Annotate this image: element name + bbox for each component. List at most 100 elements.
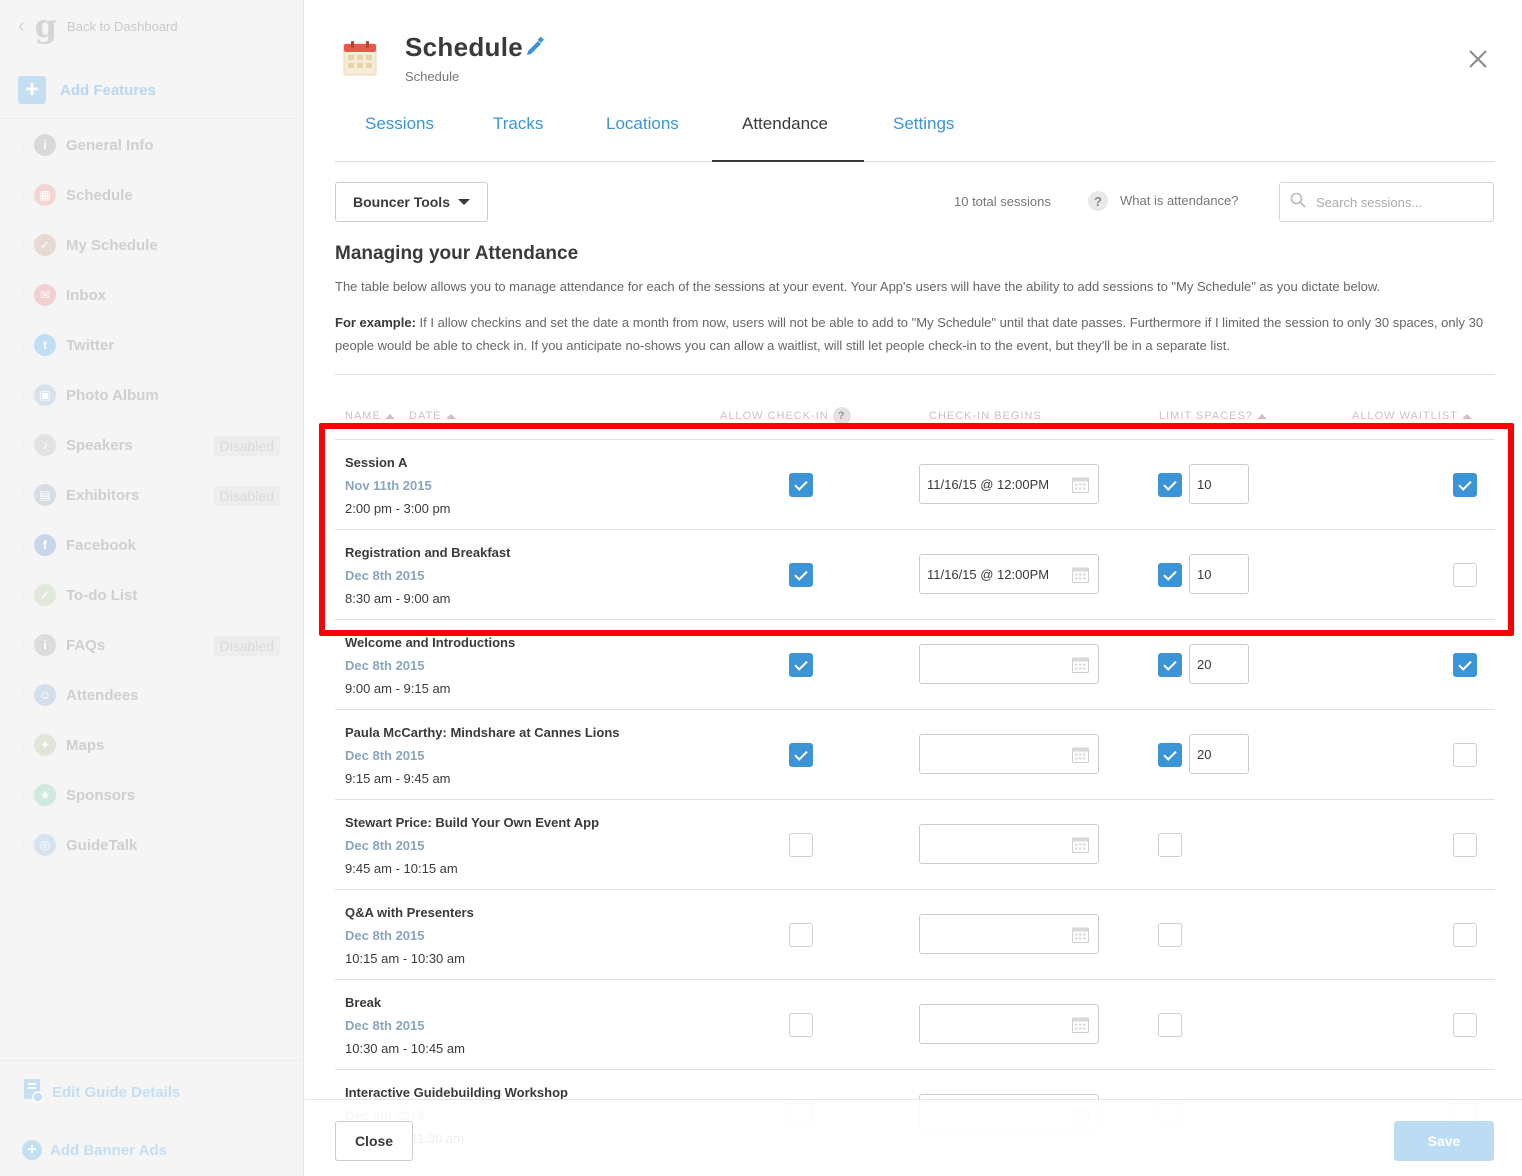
drag-handle-icon[interactable]: ⋮⋮ bbox=[18, 190, 37, 201]
close-button[interactable]: Close bbox=[335, 1121, 413, 1161]
add-features-label: Add Features bbox=[60, 81, 156, 99]
edit-guide-details-link[interactable]: Edit Guide Details bbox=[22, 1078, 180, 1106]
sidebar-item[interactable]: ⋮⋮ ✓ To-do List bbox=[0, 575, 300, 615]
limit-spaces-checkbox[interactable] bbox=[1158, 473, 1182, 497]
sidebar-item[interactable]: ⋮⋮ ♪ Speakers Disabled bbox=[0, 425, 300, 465]
allow-checkin-checkbox[interactable] bbox=[789, 1013, 813, 1037]
allow-waitlist-checkbox[interactable] bbox=[1453, 653, 1477, 677]
allow-checkin-checkbox[interactable] bbox=[789, 563, 813, 587]
sidebar-item[interactable]: ⋮⋮ ★ Sponsors bbox=[0, 775, 300, 815]
what-is-attendance-link[interactable]: What is attendance? bbox=[1120, 193, 1239, 208]
drag-handle-icon[interactable]: ⋮⋮ bbox=[18, 540, 37, 551]
sidebar-item[interactable]: ⋮⋮ ▦ Schedule bbox=[0, 175, 300, 215]
tab-tracks[interactable]: Tracks bbox=[493, 114, 543, 134]
session-date: Dec 8th 2015 bbox=[345, 568, 425, 583]
drag-handle-icon[interactable]: ⋮⋮ bbox=[18, 390, 37, 401]
sidebar-item-label: General Info bbox=[66, 136, 154, 154]
sidebar-item[interactable]: ⋮⋮ f Facebook bbox=[0, 525, 300, 565]
microphone-icon: ♪ bbox=[34, 434, 56, 456]
save-button[interactable]: Save bbox=[1394, 1121, 1494, 1161]
sidebar-item[interactable]: ⋮⋮ t Twitter bbox=[0, 325, 300, 365]
limit-spaces-checkbox[interactable] bbox=[1158, 653, 1182, 677]
drag-handle-icon[interactable]: ⋮⋮ bbox=[18, 840, 37, 851]
spaces-input[interactable]: 20 bbox=[1189, 734, 1249, 774]
add-banner-ads-link[interactable]: + Add Banner Ads bbox=[22, 1140, 167, 1160]
search-box[interactable] bbox=[1279, 182, 1494, 222]
question-icon[interactable]: ? bbox=[1088, 191, 1108, 211]
add-features-button[interactable]: + Add Features bbox=[18, 76, 156, 104]
sidebar-item[interactable]: ⋮⋮ ✦ Maps bbox=[0, 725, 300, 765]
pencil-icon[interactable] bbox=[525, 36, 545, 61]
drag-handle-icon[interactable]: ⋮⋮ bbox=[18, 590, 37, 601]
drag-handle-icon[interactable]: ⋮⋮ bbox=[18, 790, 37, 801]
tab-sessions[interactable]: Sessions bbox=[365, 114, 434, 134]
drag-handle-icon[interactable]: ⋮⋮ bbox=[18, 740, 37, 751]
close-icon[interactable] bbox=[1467, 48, 1489, 70]
spaces-input[interactable]: 10 bbox=[1189, 554, 1249, 594]
allow-waitlist-checkbox[interactable] bbox=[1453, 833, 1477, 857]
tab-attendance[interactable]: Attendance bbox=[742, 114, 828, 134]
drag-handle-icon[interactable]: ⋮⋮ bbox=[18, 440, 37, 451]
edit-guide-details-label: Edit Guide Details bbox=[52, 1083, 181, 1101]
limit-spaces-checkbox[interactable] bbox=[1158, 743, 1182, 767]
sidebar-item[interactable]: ⋮⋮ ☺ Attendees bbox=[0, 675, 300, 715]
checkin-begins-value: 11/16/15 @ 12:00PM bbox=[927, 476, 1050, 492]
allow-waitlist-checkbox[interactable] bbox=[1453, 473, 1477, 497]
allow-waitlist-checkbox[interactable] bbox=[1453, 1013, 1477, 1037]
header-allow-waitlist[interactable]: Allow Waitlist bbox=[1352, 410, 1472, 422]
table-row: Break Dec 8th 2015 10:30 am - 10:45 am bbox=[335, 980, 1495, 1070]
drag-handle-icon[interactable]: ⋮⋮ bbox=[18, 240, 37, 251]
checkin-begins-field[interactable]: 11/16/15 @ 12:00PM bbox=[919, 554, 1099, 594]
allow-waitlist-checkbox[interactable] bbox=[1453, 923, 1477, 947]
limit-spaces-checkbox[interactable] bbox=[1158, 923, 1182, 947]
allow-waitlist-checkbox[interactable] bbox=[1453, 563, 1477, 587]
tab-locations[interactable]: Locations bbox=[606, 114, 679, 134]
drag-handle-icon[interactable]: ⋮⋮ bbox=[18, 140, 37, 151]
header-date[interactable]: Date bbox=[409, 410, 456, 422]
allow-waitlist-checkbox[interactable] bbox=[1453, 743, 1477, 767]
bouncer-tools-dropdown[interactable]: Bouncer Tools bbox=[335, 182, 488, 222]
header-limit-spaces[interactable]: Limit Spaces? bbox=[1159, 410, 1267, 422]
caret-down-icon bbox=[457, 199, 470, 205]
spaces-input[interactable]: 20 bbox=[1189, 644, 1249, 684]
sidebar-item[interactable]: ⋮⋮ ▤ Exhibitors Disabled bbox=[0, 475, 300, 515]
back-to-dashboard-link[interactable]: ‹ g Back to Dashboard bbox=[18, 7, 178, 45]
checkin-begins-field[interactable] bbox=[919, 1004, 1099, 1044]
table-row: Session A Nov 11th 2015 2:00 pm - 3:00 pm 1… bbox=[335, 440, 1495, 530]
tab-bar: Sessions Tracks Locations Attendance Set… bbox=[335, 100, 1495, 162]
allow-checkin-checkbox[interactable] bbox=[789, 743, 813, 767]
allow-checkin-checkbox[interactable] bbox=[789, 833, 813, 857]
limit-spaces-checkbox[interactable] bbox=[1158, 833, 1182, 857]
allow-checkin-checkbox[interactable] bbox=[789, 473, 813, 497]
checkin-begins-field[interactable] bbox=[919, 824, 1099, 864]
intro-text: The table below allows you to manage att… bbox=[335, 279, 1381, 294]
limit-spaces-checkbox[interactable] bbox=[1158, 563, 1182, 587]
checkin-begins-field[interactable] bbox=[919, 914, 1099, 954]
sidebar-item[interactable]: ⋮⋮ ✉ Inbox bbox=[0, 275, 300, 315]
drag-handle-icon[interactable]: ⋮⋮ bbox=[18, 290, 37, 301]
allow-checkin-checkbox[interactable] bbox=[789, 923, 813, 947]
checkin-begins-field[interactable]: 11/16/15 @ 12:00PM bbox=[919, 464, 1099, 504]
spaces-input[interactable]: 10 bbox=[1189, 464, 1249, 504]
guidebook-logo: g bbox=[34, 7, 58, 45]
sidebar-item[interactable]: ⋮⋮ ◎ GuideTalk bbox=[0, 825, 300, 865]
limit-spaces-checkbox[interactable] bbox=[1158, 1013, 1182, 1037]
search-input[interactable] bbox=[1316, 194, 1476, 210]
sidebar-item[interactable]: ⋮⋮ i General Info bbox=[0, 125, 300, 165]
tab-settings[interactable]: Settings bbox=[893, 114, 954, 134]
question-icon[interactable]: ? bbox=[832, 407, 851, 425]
header-checkin-begins: Check-in Begins bbox=[929, 410, 1042, 422]
sidebar-item[interactable]: ⋮⋮ ✓ My Schedule bbox=[0, 225, 300, 265]
sort-icon bbox=[384, 413, 395, 419]
drag-handle-icon[interactable]: ⋮⋮ bbox=[18, 490, 37, 501]
header-name[interactable]: Name bbox=[345, 410, 395, 422]
drag-handle-icon[interactable]: ⋮⋮ bbox=[18, 340, 37, 351]
checkin-begins-field[interactable] bbox=[919, 734, 1099, 774]
my-schedule-icon: ✓ bbox=[34, 234, 56, 256]
sidebar-item[interactable]: ⋮⋮ ▣ Photo Album bbox=[0, 375, 300, 415]
sidebar-item[interactable]: ⋮⋮ i FAQs Disabled bbox=[0, 625, 300, 665]
allow-checkin-checkbox[interactable] bbox=[789, 653, 813, 677]
checkin-begins-field[interactable] bbox=[919, 644, 1099, 684]
drag-handle-icon[interactable]: ⋮⋮ bbox=[18, 640, 37, 651]
drag-handle-icon[interactable]: ⋮⋮ bbox=[18, 690, 37, 701]
